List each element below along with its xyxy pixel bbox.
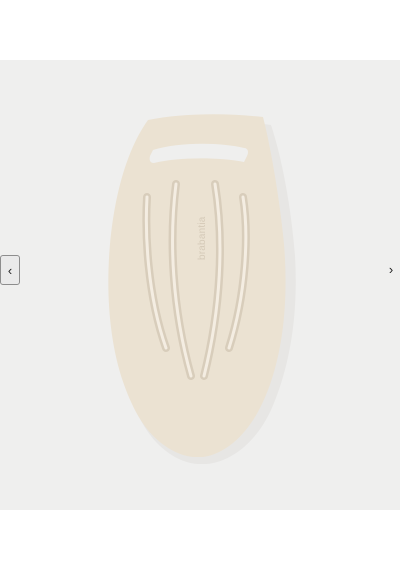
chevron-left-icon: ‹ [7, 262, 13, 278]
product-gallery-page: brabantia ‹ › [0, 0, 400, 570]
next-image-button[interactable]: › [382, 255, 400, 283]
previous-image-button[interactable]: ‹ [0, 255, 20, 285]
product-image: brabantia [0, 60, 400, 510]
product-image-viewer: brabantia ‹ › [0, 60, 400, 510]
heat-mat [108, 114, 286, 458]
brand-logo-text: brabantia [197, 216, 208, 260]
chevron-right-icon: › [388, 261, 394, 277]
